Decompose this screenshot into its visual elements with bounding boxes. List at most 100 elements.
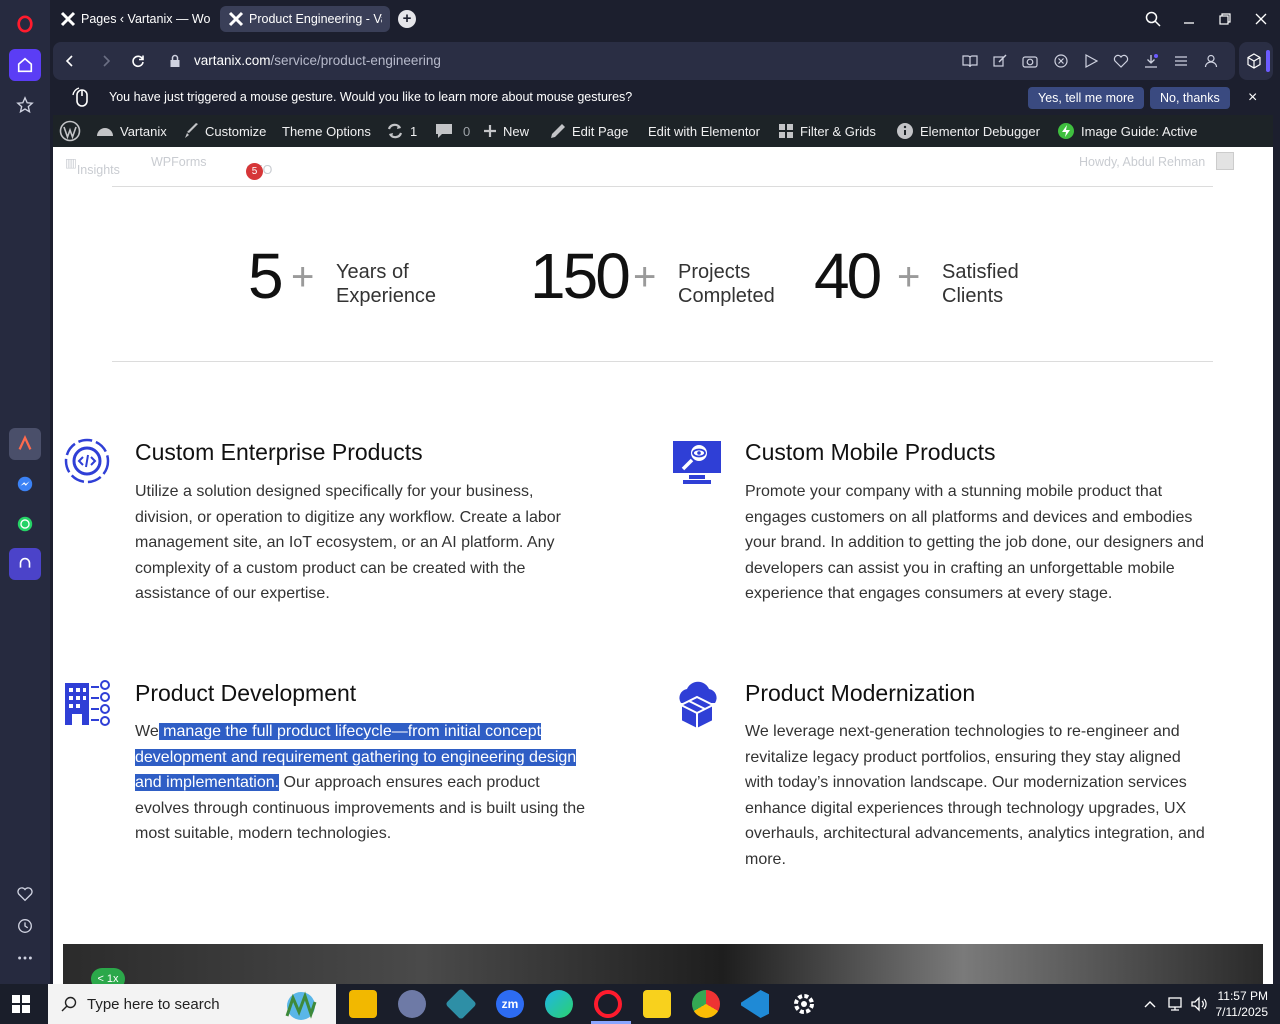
stat-clients-number: 40	[814, 240, 882, 312]
wpforms-link[interactable]: WPForms	[151, 155, 207, 169]
file-explorer-icon[interactable]	[349, 990, 377, 1018]
avatar[interactable]	[1216, 152, 1234, 170]
more-icon[interactable]	[9, 942, 41, 974]
zoom-icon[interactable]: zm	[496, 990, 524, 1018]
tray-chevron-up-icon[interactable]	[1143, 998, 1157, 1010]
minimize-icon[interactable]	[1178, 8, 1200, 30]
search-tabs-icon[interactable]	[1142, 8, 1164, 30]
elementor-debugger-link[interactable]: Elementor Debugger	[896, 115, 1040, 147]
notice-text: You have just triggered a mouse gesture.…	[109, 90, 633, 104]
reload-icon[interactable]	[128, 51, 148, 71]
comments-link[interactable]: 0	[435, 115, 470, 147]
updates-link[interactable]: 1	[386, 115, 417, 147]
whatsapp-icon[interactable]	[9, 508, 41, 540]
no-thanks-button[interactable]: No, thanks	[1150, 87, 1230, 109]
insights-link[interactable]: ▥ Insights	[65, 155, 120, 177]
extensions-button[interactable]	[1239, 42, 1273, 80]
network-icon[interactable]	[1166, 996, 1184, 1012]
vscode-icon[interactable]	[741, 990, 769, 1018]
settings-gear-icon[interactable]	[790, 990, 818, 1018]
building-checklist-icon	[65, 680, 110, 726]
site-name-link[interactable]: Vartanix	[96, 115, 167, 147]
image-guide-label: Image Guide: Active	[1081, 123, 1198, 139]
bolt-icon	[1058, 123, 1074, 139]
service-body-enterprise: Utilize a solution designed specifically…	[135, 483, 561, 603]
vartanix-x-icon	[60, 11, 76, 27]
camera-icon[interactable]	[1020, 51, 1040, 71]
url-domain: vartanix.com	[194, 53, 271, 68]
flow-send-icon[interactable]	[1081, 51, 1101, 71]
pinboard-heart-icon[interactable]	[1111, 51, 1131, 71]
search-placeholder: Type here to search	[87, 995, 220, 1013]
info-icon	[897, 123, 913, 139]
heart-icon[interactable]	[9, 878, 41, 910]
taskbar-search-box[interactable]: Type here to search	[48, 984, 336, 1024]
sticky-notes-icon[interactable]	[643, 990, 671, 1018]
stat-projects-label: Projects Completed	[678, 261, 775, 307]
dashboard-icon	[97, 128, 113, 136]
music-player-icon[interactable]	[9, 548, 41, 580]
yes-tell-me-more-button[interactable]: Yes, tell me more	[1028, 87, 1145, 109]
service-body-modernization: We leverage next-generation technologies…	[745, 723, 1205, 868]
opera-taskbar-icon[interactable]	[594, 990, 622, 1018]
windows-start-icon[interactable]	[12, 995, 30, 1013]
aria-icon[interactable]	[9, 428, 41, 460]
history-icon[interactable]	[9, 910, 41, 942]
app-diamond-icon[interactable]	[445, 988, 477, 1020]
download-icon[interactable]	[1141, 51, 1161, 71]
customize-link[interactable]: Customize	[183, 115, 266, 147]
vartanix-x-icon	[228, 11, 244, 27]
howdy-user-link[interactable]: Howdy, Abdul Rehman	[1079, 155, 1205, 169]
insights-label: Insights	[76, 163, 120, 177]
clock[interactable]: 11:57 PM 7/11/2025	[1212, 988, 1269, 1020]
divider-top	[112, 186, 1213, 187]
edit-icon[interactable]	[990, 51, 1010, 71]
close-window-icon[interactable]	[1250, 8, 1272, 30]
edit-page-link[interactable]: Edit Page	[550, 115, 628, 147]
tab-strip: Pages ‹ Vartanix — WordPress Product Eng…	[50, 0, 1280, 38]
edge-icon[interactable]	[545, 990, 573, 1018]
lock-icon[interactable]	[165, 51, 185, 71]
back-icon[interactable]	[60, 51, 80, 71]
easy-setup-icon[interactable]	[1171, 51, 1191, 71]
adblock-icon[interactable]	[1051, 51, 1071, 71]
comments-count: 0	[463, 123, 471, 139]
wordpress-logo-icon[interactable]	[59, 115, 87, 147]
chrome-icon[interactable]	[692, 990, 720, 1018]
opera-logo-icon[interactable]	[9, 8, 41, 40]
tab-product-engineering[interactable]: Product Engineering - Vartanix	[220, 6, 390, 32]
plus-icon	[484, 125, 496, 137]
tab-pages[interactable]: Pages ‹ Vartanix — WordPress	[52, 6, 218, 32]
edit-with-elementor-link[interactable]: Edit with Elementor	[648, 115, 760, 147]
service-title-development: Product Development	[135, 680, 357, 706]
elementor-debugger-label: Elementor Debugger	[920, 123, 1040, 139]
clock-date: 7/11/2025	[1215, 1005, 1269, 1019]
volume-icon[interactable]	[1190, 996, 1208, 1012]
close-notice-icon[interactable]: ×	[1248, 89, 1257, 107]
pencil-icon	[551, 124, 565, 138]
updates-icon	[387, 123, 403, 139]
home-icon[interactable]	[9, 49, 41, 81]
clock-time: 11:57 PM	[1217, 989, 1268, 1003]
new-tab-button[interactable]: +	[398, 10, 416, 28]
theme-options-link[interactable]: Theme Options	[282, 115, 371, 147]
video-banner[interactable]: < 1x	[63, 944, 1263, 984]
playback-speed-badge[interactable]: < 1x	[91, 968, 125, 984]
web-page: Vartanix Customize Theme Options 1 0 New…	[53, 115, 1273, 984]
url-text[interactable]: vartanix.com/service/product-engineering	[194, 53, 441, 68]
reader-mode-icon[interactable]	[960, 51, 980, 71]
snipping-tool-icon[interactable]	[398, 990, 426, 1018]
gesture-notification: You have just triggered a mouse gesture.…	[53, 84, 1273, 112]
star-icon[interactable]	[9, 89, 41, 121]
messenger-icon[interactable]	[9, 468, 41, 500]
brush-icon	[185, 123, 198, 138]
restore-icon[interactable]	[1214, 8, 1236, 30]
forward-icon[interactable]	[96, 51, 116, 71]
stat-plus: +	[633, 255, 657, 299]
image-guide-link[interactable]: Image Guide: Active	[1057, 115, 1197, 147]
filter-grids-link[interactable]: Filter & Grids	[778, 115, 876, 147]
new-content-link[interactable]: New	[483, 115, 529, 147]
customize-label: Customize	[205, 123, 267, 139]
profile-icon[interactable]	[1201, 51, 1221, 71]
service-body-development: We manage the full product lifecycle—fro…	[135, 723, 586, 843]
